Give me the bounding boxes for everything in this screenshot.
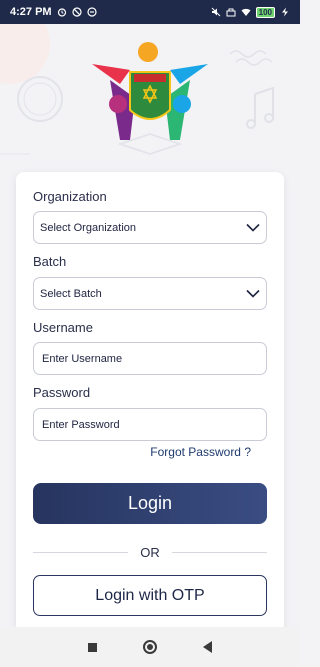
password-input[interactable] xyxy=(42,418,258,431)
alarm-icon xyxy=(57,8,66,17)
username-label: Username xyxy=(33,320,93,335)
data-saver-icon xyxy=(86,7,97,17)
battery-indicator: 100 xyxy=(255,6,275,18)
organization-label: Organization xyxy=(33,189,107,204)
login-otp-button[interactable]: Login with OTP xyxy=(33,575,267,616)
password-field[interactable] xyxy=(33,408,267,441)
or-divider: OR xyxy=(33,544,267,560)
username-field[interactable] xyxy=(33,342,267,375)
wifi-icon xyxy=(241,8,251,16)
batch-select-value: Select Batch xyxy=(40,287,102,300)
recent-apps-icon[interactable] xyxy=(88,642,97,652)
forgot-password-link[interactable]: Forgot Password ? xyxy=(150,445,251,459)
status-left: 4:27 PM xyxy=(10,6,97,18)
status-right: 100 xyxy=(211,6,290,18)
or-text: OR xyxy=(140,544,160,560)
login-button[interactable]: Login xyxy=(33,483,267,524)
status-bar: 4:27 PM 100 xyxy=(0,0,300,24)
batch-select[interactable]: Select Batch xyxy=(33,277,267,310)
login-card: Organization Select Organization Batch S… xyxy=(16,172,284,634)
password-label: Password xyxy=(33,385,91,400)
organization-select[interactable]: Select Organization xyxy=(33,211,267,244)
batch-label: Batch xyxy=(33,254,67,269)
organization-logo xyxy=(92,42,208,140)
chevron-down-icon xyxy=(246,223,260,232)
mute-icon xyxy=(211,7,220,17)
dnd-icon xyxy=(71,7,82,17)
divider-line xyxy=(171,551,267,553)
divider-line xyxy=(33,551,129,553)
chevron-down-icon xyxy=(246,289,260,298)
organization-select-value: Select Organization xyxy=(40,221,136,234)
username-input[interactable] xyxy=(42,352,258,365)
charging-icon xyxy=(282,7,288,17)
status-time: 4:27 PM xyxy=(10,6,52,18)
back-icon[interactable] xyxy=(203,641,212,653)
home-icon[interactable] xyxy=(143,640,157,654)
signal-icon xyxy=(226,8,236,17)
navigation-bar xyxy=(0,627,300,667)
